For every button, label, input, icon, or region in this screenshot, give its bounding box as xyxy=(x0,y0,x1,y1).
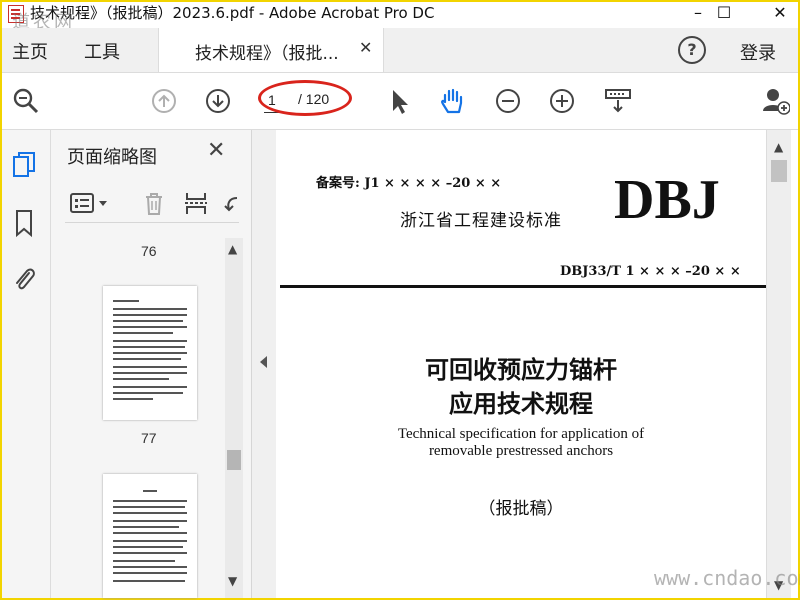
thumbnail-page[interactable] xyxy=(103,286,197,420)
thumbnail-panel: 页面缩略图 ✕ 76 77 ▲ ▼ xyxy=(51,130,252,598)
red-highlight-oval xyxy=(258,80,352,116)
thumbnail-page-number: 77 xyxy=(141,430,157,446)
document-title-line2: 应用技术规程 xyxy=(449,389,593,418)
thumbnail-options-icon[interactable] xyxy=(69,190,109,216)
hand-icon[interactable] xyxy=(438,87,466,115)
scroll-up-icon[interactable]: ▲ xyxy=(774,140,783,154)
collapse-arrow-icon[interactable] xyxy=(260,356,267,368)
add-user-icon[interactable] xyxy=(762,87,790,115)
watermark-bottom-right: www.cndao.com xyxy=(654,566,800,590)
search-zoom-icon[interactable] xyxy=(12,87,40,115)
english-title-line2: removable prestressed anchors xyxy=(428,443,614,459)
panel-collapse-handle[interactable] xyxy=(252,130,276,598)
series-logo: DBJ xyxy=(614,169,720,231)
panel-tools xyxy=(65,186,239,223)
bookmarks-icon[interactable] xyxy=(10,208,38,238)
page-navigation: / 120 xyxy=(258,80,356,116)
thumbnail-page-number: 76 xyxy=(141,243,157,259)
window-title: 技术规程》（报批稿）2023.6.pdf - Adobe Acrobat Pro… xyxy=(30,4,435,22)
page-up-icon[interactable] xyxy=(150,87,178,115)
left-rail xyxy=(2,130,51,598)
document-title-line1: 可回收预应力锚杆 xyxy=(425,355,617,384)
standard-code: DBJ33/T 1 × × × –20 × × xyxy=(560,264,741,279)
document-page: 备案号: J1 × × × × –20 × × DBJ 浙江省工程建设标准 DB… xyxy=(276,130,766,598)
toolbar: / 120 xyxy=(2,73,798,130)
header-rule xyxy=(280,285,766,288)
maximize-button[interactable]: ☐ xyxy=(704,2,744,24)
draft-label: （报批稿） xyxy=(478,499,564,519)
login-button[interactable]: 登录 xyxy=(740,39,776,65)
close-tab-icon[interactable]: ✕ xyxy=(359,38,372,57)
page-thumbnails-icon[interactable] xyxy=(10,150,38,180)
document-tab[interactable]: 技术规程》（报批... ✕ xyxy=(158,28,384,72)
tools-menu[interactable]: 工具 xyxy=(84,38,120,64)
panel-title: 页面缩略图 xyxy=(67,147,157,168)
attachments-icon[interactable] xyxy=(10,264,38,294)
home-menu[interactable]: 主页 xyxy=(12,38,48,64)
thumbnail-scrollbar[interactable]: ▲ ▼ xyxy=(225,238,243,598)
zoom-in-icon[interactable] xyxy=(548,87,576,115)
scrollbar-thumb[interactable] xyxy=(771,160,787,182)
record-number: 备案号: J1 × × × × –20 × × xyxy=(316,176,502,191)
scroll-down-icon[interactable]: ▼ xyxy=(228,574,237,588)
page-down-icon[interactable] xyxy=(204,87,232,115)
english-title-line1: Technical specification for application … xyxy=(397,426,645,442)
help-icon[interactable]: ? xyxy=(678,36,706,64)
standard-type: 浙江省工程建设标准 xyxy=(400,211,562,231)
scroll-mode-icon[interactable] xyxy=(604,87,632,115)
title-bar: 技术规程》（报批稿）2023.6.pdf - Adobe Acrobat Pro… xyxy=(2,2,800,33)
document-scrollbar[interactable]: ▲ ▼ xyxy=(766,130,791,598)
insert-page-icon[interactable] xyxy=(183,190,209,216)
rotate-page-icon[interactable] xyxy=(223,190,241,216)
close-window-button[interactable]: ✕ xyxy=(760,2,800,24)
zoom-out-icon[interactable] xyxy=(494,87,522,115)
scrollbar-thumb[interactable] xyxy=(227,450,241,470)
select-arrow-icon[interactable] xyxy=(386,87,414,115)
scroll-up-icon[interactable]: ▲ xyxy=(228,242,237,256)
thumbnail-page[interactable] xyxy=(103,474,197,598)
delete-page-icon[interactable] xyxy=(141,190,167,216)
document-tab-label: 技术规程》（报批... xyxy=(195,44,339,64)
panel-close-icon[interactable]: ✕ xyxy=(207,138,225,163)
menu-bar: 主页 工具 技术规程》（报批... ✕ ? 登录 xyxy=(2,28,798,73)
